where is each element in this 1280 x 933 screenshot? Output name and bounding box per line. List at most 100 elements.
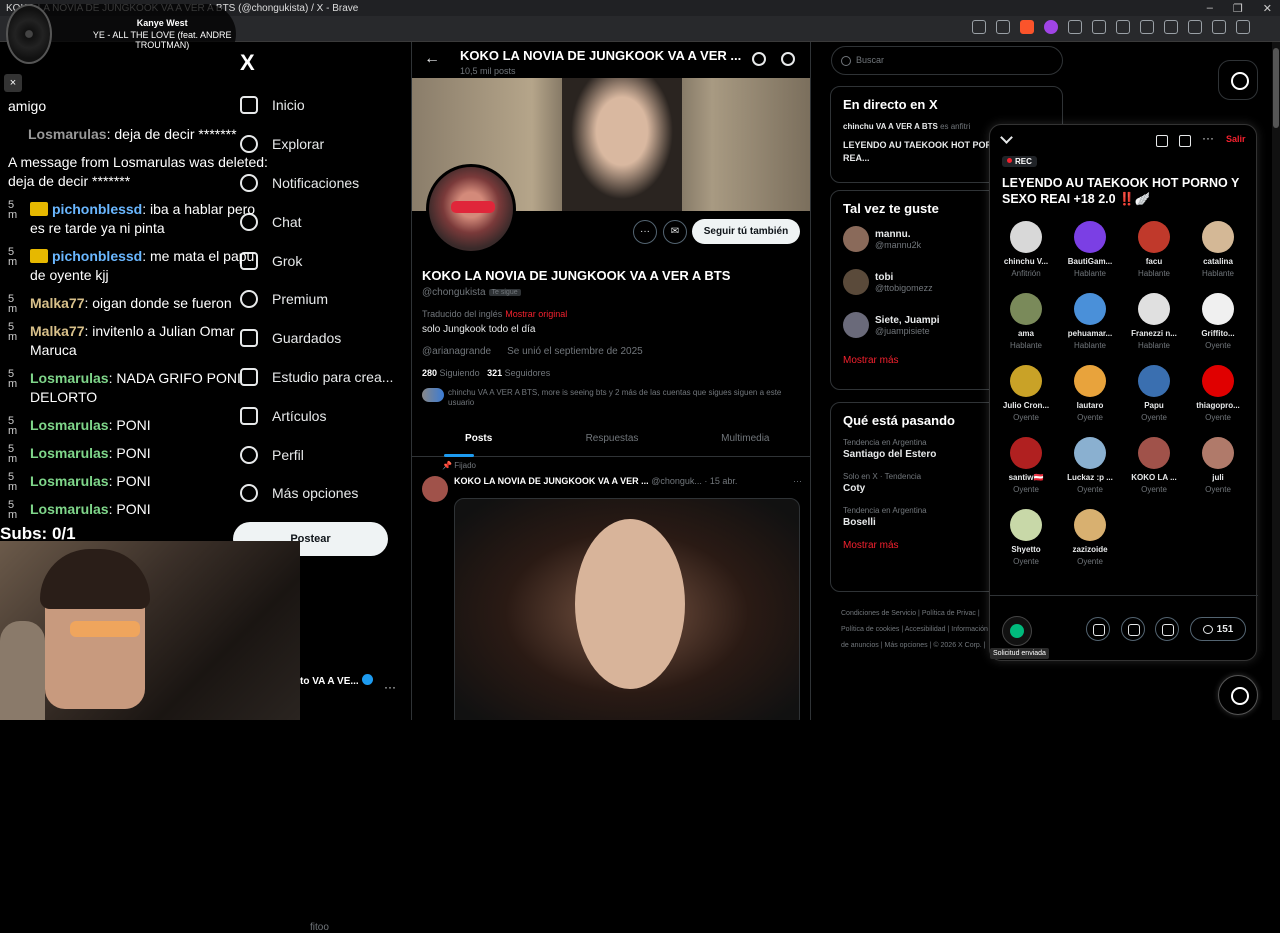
leave-space-button[interactable]: Salir: [1226, 134, 1246, 144]
show-original-link[interactable]: Mostrar original: [505, 309, 567, 319]
follow-back-button[interactable]: Seguir tú también: [692, 219, 800, 244]
footer-link[interactable]: Accesibilidad: [905, 626, 946, 633]
brave-shield-icon[interactable]: [1020, 20, 1034, 34]
message-button[interactable]: ✉: [663, 220, 687, 244]
chat-username[interactable]: Malka77: [30, 295, 84, 311]
participant-role: Oyente: [1077, 485, 1103, 494]
rewards-icon[interactable]: [1044, 20, 1058, 34]
profile-avatar[interactable]: [426, 164, 516, 254]
tweet-more-icon[interactable]: ···: [793, 476, 802, 486]
comments-button[interactable]: 151: [1190, 617, 1246, 641]
share-space-icon[interactable]: [1179, 135, 1191, 147]
grok-analyze-icon[interactable]: [752, 52, 766, 66]
search-input[interactable]: Buscar: [831, 46, 1063, 75]
followers-label[interactable]: Seguidores: [505, 368, 551, 378]
collapse-chevron-icon[interactable]: [1000, 131, 1013, 144]
messages-floating-icon[interactable]: [1218, 675, 1258, 715]
followers-count[interactable]: 321: [487, 368, 502, 378]
restore-icon[interactable]: ❐: [1233, 2, 1243, 15]
participant[interactable]: thiagopro... Oyente: [1186, 365, 1250, 429]
footer-link[interactable]: Condiciones de Servicio: [841, 610, 916, 617]
people-icon[interactable]: [1086, 617, 1110, 641]
participant-name: BautiGam...: [1067, 257, 1113, 266]
participant[interactable]: lautaro Oyente: [1058, 365, 1122, 429]
participant[interactable]: facu Hablante: [1122, 221, 1186, 285]
back-arrow-icon[interactable]: ←: [424, 50, 440, 68]
participant[interactable]: Franezzi n... Hablante: [1122, 293, 1186, 357]
chat-username[interactable]: Losmarulas: [28, 126, 107, 142]
sidebar-icon[interactable]: [1140, 20, 1154, 34]
request-speak-icon[interactable]: [1002, 616, 1032, 646]
following-label[interactable]: Siguiendo: [440, 368, 480, 378]
grok-floating-icon[interactable]: [1218, 60, 1258, 100]
participant[interactable]: BautiGam... Hablante: [1058, 221, 1122, 285]
participant[interactable]: Luckaz :p ... Oyente: [1058, 437, 1122, 501]
cast-icon[interactable]: [972, 20, 986, 34]
known-followers[interactable]: chinchu VA A VER A BTS, more is seeing b…: [422, 388, 802, 408]
participant[interactable]: catalina Hablante: [1186, 221, 1250, 285]
participant[interactable]: Papu Oyente: [1122, 365, 1186, 429]
tab-replies[interactable]: Respuestas: [545, 422, 678, 456]
participant[interactable]: Julio Cron... Oyente: [994, 365, 1058, 429]
vpn-icon[interactable]: [1212, 20, 1226, 34]
participant[interactable]: KOKO LA ... Oyente: [1122, 437, 1186, 501]
participant[interactable]: Shyetto Oyente: [994, 509, 1058, 573]
chat-username[interactable]: pichonblessd: [52, 248, 142, 264]
close-icon[interactable]: ×: [4, 74, 22, 92]
tweet-handle: @chonguk...: [651, 476, 702, 486]
music-icon[interactable]: [1116, 20, 1130, 34]
search-icon[interactable]: [781, 52, 795, 66]
profile-more-button[interactable]: ···: [633, 220, 657, 244]
webcam-hair: [40, 549, 150, 609]
participant[interactable]: chinchu V... Anfitrión: [994, 221, 1058, 285]
close-window-icon[interactable]: ✕: [1263, 2, 1272, 15]
chat-username[interactable]: Losmarulas: [30, 445, 109, 461]
space-more-icon[interactable]: ···: [1202, 131, 1214, 145]
chat-username[interactable]: Losmarulas: [30, 473, 109, 489]
page-scrollbar[interactable]: [1272, 42, 1280, 720]
account-more-icon[interactable]: ···: [384, 680, 396, 694]
minimize-space-icon[interactable]: [1156, 135, 1168, 147]
header-name: KOKO LA NOVIA DE JUNGKOOK VA A VER ...: [460, 48, 742, 63]
tweet-image[interactable]: [454, 498, 800, 720]
tab-posts[interactable]: Posts: [412, 422, 545, 457]
menu-icon[interactable]: [1236, 20, 1250, 34]
participant[interactable]: pehuamar... Hablante: [1058, 293, 1122, 357]
participant[interactable]: zazizoide Oyente: [1058, 509, 1122, 573]
tab-media[interactable]: Multimedia: [679, 422, 810, 456]
chat-message: 5 m Malka77: oigan donde se fueron: [0, 292, 275, 315]
webcam-feed: [0, 541, 300, 720]
reaction-heart-icon[interactable]: [1121, 617, 1145, 641]
leo-icon[interactable]: [1188, 20, 1202, 34]
footer-link[interactable]: Política de cookies: [841, 626, 899, 633]
tweet-avatar[interactable]: [422, 476, 448, 502]
account-switcher[interactable]: to VA A VE... fitoo: [300, 674, 373, 933]
tweet-author[interactable]: KOKO LA NOVIA DE JUNGKOOK VA A VER ...: [454, 476, 649, 486]
chat-username[interactable]: Malka77: [30, 323, 84, 339]
wallet-icon[interactable]: [1164, 20, 1178, 34]
scrollbar-thumb[interactable]: [1273, 48, 1279, 128]
footer-link[interactable]: © 2026 X Corp.: [933, 642, 981, 649]
chat-username[interactable]: Losmarulas: [30, 501, 109, 517]
minimize-icon[interactable]: –: [1207, 2, 1213, 14]
footer-link[interactable]: Más opciones: [884, 642, 927, 649]
participant[interactable]: santiw🇦🇹 Oyente: [994, 437, 1058, 501]
account-name: to VA A VE...: [300, 676, 359, 687]
clip-icon[interactable]: [1155, 617, 1179, 641]
chat-username[interactable]: Losmarulas: [30, 417, 109, 433]
extensions-icon[interactable]: [1068, 20, 1082, 34]
profile-link[interactable]: @arianagrande: [422, 346, 491, 357]
participant[interactable]: Griffito... Oyente: [1186, 293, 1250, 357]
share-icon[interactable]: [996, 20, 1010, 34]
following-count[interactable]: 280: [422, 368, 437, 378]
footer-link[interactable]: Política de Privac: [922, 610, 976, 617]
puzzle-icon[interactable]: [1092, 20, 1106, 34]
participant-avatar: [1202, 221, 1234, 253]
chat-username[interactable]: pichonblessd: [52, 201, 142, 217]
tweet-date[interactable]: · 15 abr.: [704, 476, 737, 486]
participant[interactable]: juli Oyente: [1186, 437, 1250, 501]
participant[interactable]: ama Hablante: [994, 293, 1058, 357]
live-host-name: chinchu VA A VER A BTS: [843, 122, 938, 131]
x-logo[interactable]: X: [240, 50, 255, 76]
chat-username[interactable]: Losmarulas: [30, 370, 109, 386]
